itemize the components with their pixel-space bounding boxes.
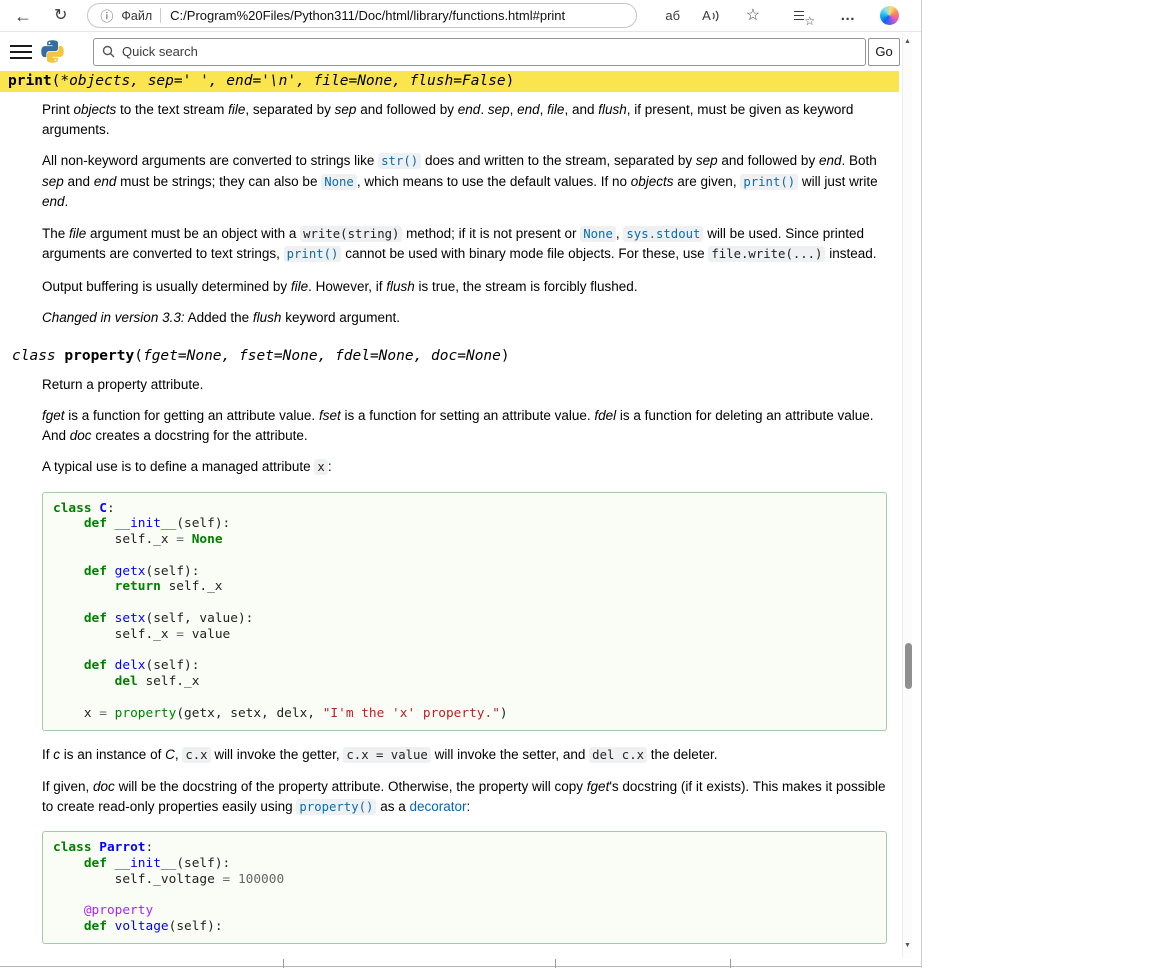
search-input[interactable] [122, 44, 857, 59]
address-url[interactable]: C:/Program%20Files/Python311/Doc/html/li… [170, 8, 565, 23]
translate-icon[interactable]: аб [665, 9, 680, 22]
doc-content: print(*objects, sep=' ', end='\n', file=… [0, 71, 899, 958]
print-description: Print objects to the text stream file, s… [42, 100, 887, 328]
search-box[interactable] [93, 38, 866, 66]
scroll-down-icon[interactable]: ▼ [903, 942, 912, 949]
table-border-tick [283, 959, 284, 968]
address-file-label: Файл [121, 9, 152, 23]
favorites-icon[interactable]: ☆ [794, 8, 814, 24]
favorites-lines [794, 8, 804, 23]
paragraph: Print objects to the text stream file, s… [42, 100, 887, 139]
page-info-icon[interactable]: ⓘ [100, 6, 113, 25]
browser-window: ← ↻ ⓘ Файл C:/Program%20Files/Python311/… [0, 0, 922, 968]
code-example-class-parrot: class Parrot: def __init__(self): self._… [42, 831, 887, 944]
favorite-star-icon[interactable]: ☆ [746, 8, 760, 24]
more-options-icon[interactable]: … [840, 8, 856, 23]
read-aloud-icon[interactable]: A [702, 9, 722, 23]
scroll-up-icon[interactable]: ▲ [903, 38, 912, 45]
back-icon[interactable]: ← [14, 7, 32, 25]
paragraph: Return a property attribute. [42, 375, 887, 395]
table-border-tick [555, 959, 556, 968]
paragraph: If c is an instance of C, c.x will invok… [42, 745, 887, 766]
go-button[interactable]: Go [868, 38, 900, 66]
paragraph: If given, doc will be the docstring of t… [42, 777, 887, 817]
window-bottom-border [0, 966, 921, 967]
docs-navbar: Go [0, 32, 921, 71]
code-example-class-c: class C: def __init__(self): self._x = N… [42, 492, 887, 731]
screen: ← ↻ ⓘ Файл C:/Program%20Files/Python311/… [0, 0, 1152, 968]
table-border-tick [730, 959, 731, 968]
paragraph: Output buffering is usually determined b… [42, 277, 887, 297]
paragraph: All non-keyword arguments are converted … [42, 151, 887, 212]
search-icon [102, 45, 115, 58]
address-bar[interactable]: ⓘ Файл C:/Program%20Files/Python311/Doc/… [87, 3, 637, 28]
property-signature: class property(fget=None, fset=None, fde… [0, 346, 899, 367]
read-aloud-letter: A [702, 9, 711, 22]
property-description: Return a property attribute. fget is a f… [42, 375, 887, 944]
print-signature: print(*objects, sep=' ', end='\n', file=… [0, 71, 899, 92]
copilot-logo-icon[interactable] [880, 6, 899, 25]
paragraph: The file argument must be an object with… [42, 224, 887, 265]
menu-icon[interactable] [10, 45, 32, 59]
read-aloud-waves [711, 9, 722, 23]
paragraph: fget is a function for getting an attrib… [42, 406, 887, 445]
refresh-icon[interactable]: ↻ [54, 8, 67, 24]
browser-toolbar: ← ↻ ⓘ Файл C:/Program%20Files/Python311/… [0, 0, 921, 32]
scrollbar[interactable]: ▲ ▼ [902, 33, 912, 958]
address-separator [160, 8, 161, 23]
scrollbar-thumb[interactable] [905, 643, 912, 689]
favorites-star: ☆ [804, 15, 815, 27]
paragraph: A typical use is to define a managed att… [42, 457, 887, 478]
python-logo-icon[interactable] [40, 39, 65, 64]
version-changed-note: Changed in version 3.3: Added the flush … [42, 308, 887, 328]
